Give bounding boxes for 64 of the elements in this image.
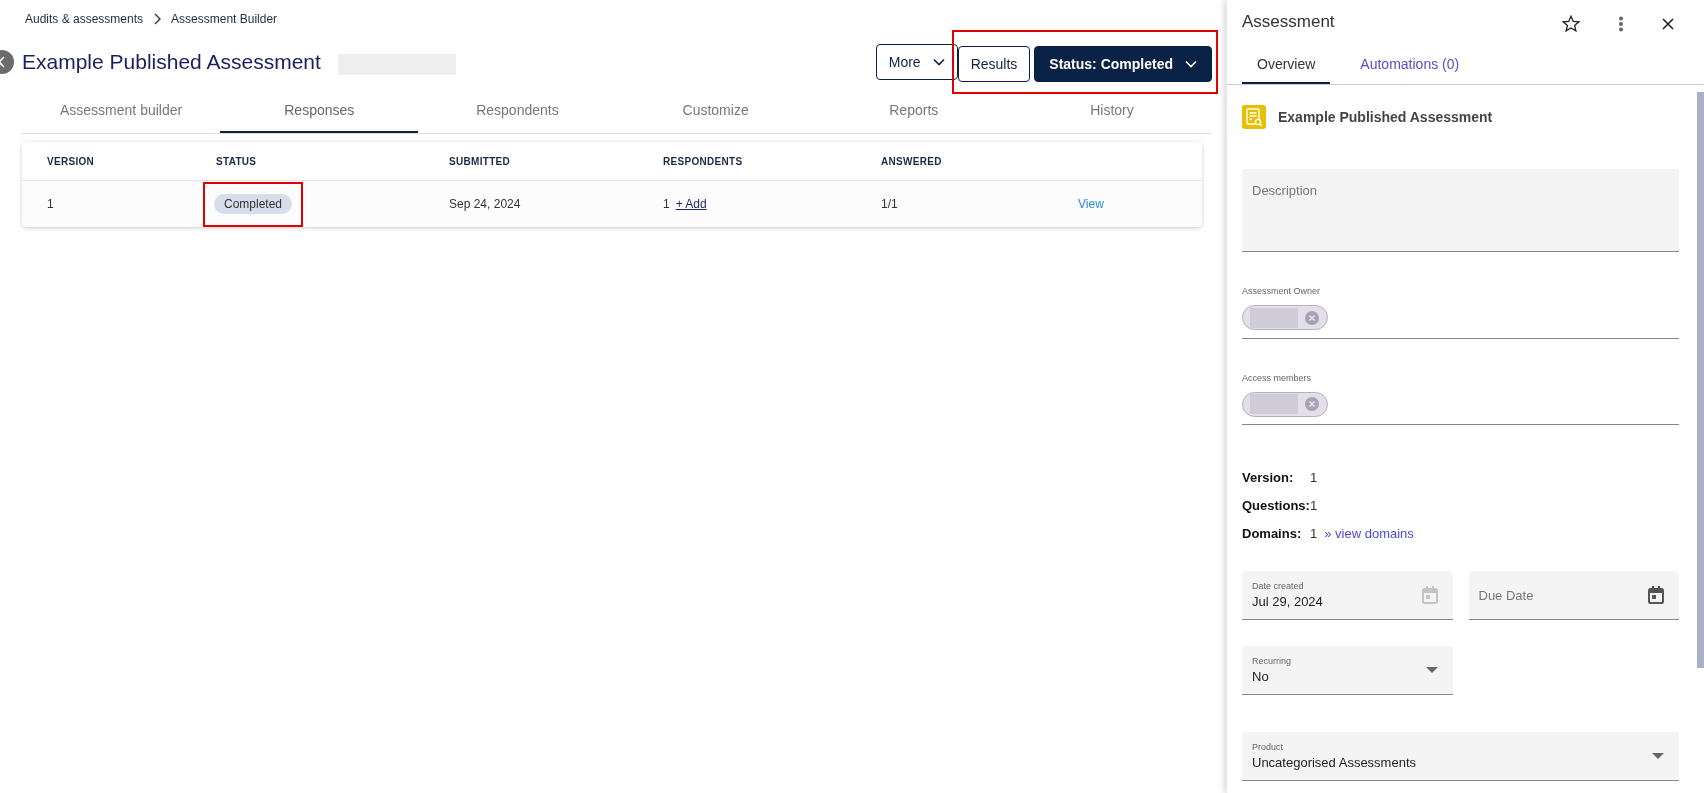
assessment-name: Example Published Assessment: [1278, 109, 1493, 125]
table-cell: 1: [47, 197, 54, 211]
info-label: Version:: [1242, 469, 1295, 485]
info-value: 1: [1310, 497, 1318, 513]
remove-icon[interactable]: [1305, 397, 1319, 411]
field-label: Recurring: [1252, 656, 1292, 666]
tab[interactable]: Respondents: [418, 92, 617, 133]
view-domains-link[interactable]: » view domains: [1324, 525, 1414, 541]
field-placeholder: Due Date: [1478, 587, 1535, 603]
column-header: RESPONDENTS: [663, 155, 743, 167]
person-chip[interactable]: [1242, 305, 1328, 330]
tab[interactable]: History: [1012, 92, 1212, 133]
redacted-block: [1250, 394, 1298, 414]
panel-title: Assessment: [1242, 12, 1336, 32]
chevron-right-icon: [153, 13, 162, 25]
table-cell: 1/1: [881, 197, 898, 211]
scrollbar[interactable]: [1697, 92, 1704, 668]
tab[interactable]: Customize: [616, 92, 815, 133]
info-value: 1: [1310, 469, 1318, 485]
tab[interactable]: Automations (0): [1345, 48, 1475, 84]
kebab-menu-icon[interactable]: [1618, 16, 1624, 32]
caret-down-icon: [1652, 753, 1664, 759]
tab[interactable]: Responses: [220, 92, 419, 133]
column-header: SUBMITTED: [449, 155, 511, 167]
column-header: STATUS: [216, 155, 257, 167]
remove-icon[interactable]: [1305, 310, 1319, 325]
caret-down-icon: [1425, 667, 1438, 673]
breadcrumb-link[interactable]: Audits & assessments: [25, 12, 144, 26]
tab[interactable]: Overview: [1242, 48, 1331, 84]
field-label: Date created: [1252, 581, 1305, 591]
field-value: Jul 29, 2024: [1252, 594, 1324, 609]
info-value: 1: [1310, 525, 1318, 541]
tab[interactable]: Reports: [814, 92, 1013, 133]
field-label: Assessment Owner: [1242, 286, 1322, 296]
select-field[interactable]: Recurring No: [1242, 646, 1453, 695]
info-label: Questions:: [1242, 497, 1310, 513]
close-icon[interactable]: [1662, 18, 1674, 30]
date-field[interactable]: Due Date: [1468, 571, 1679, 620]
description-field[interactable]: Description: [1242, 169, 1679, 252]
document-search-icon: [1242, 105, 1266, 129]
chevron-down-icon: [932, 58, 945, 66]
info-label: Domains:: [1242, 525, 1303, 541]
column-header: ANSWERED: [881, 155, 942, 167]
chevron-down-icon: [1185, 60, 1197, 68]
field-label: Access members: [1242, 372, 1313, 383]
field-value: No: [1252, 669, 1270, 684]
more-button[interactable]: More: [875, 44, 958, 80]
page-title: Example Published Assessment: [22, 50, 321, 74]
results-button[interactable]: Results: [957, 46, 1031, 82]
status-button[interactable]: Status: Completed: [1034, 46, 1212, 82]
table-cell: Sep 24, 2024: [449, 197, 521, 211]
star-icon[interactable]: [1562, 15, 1580, 33]
add-link[interactable]: + Add: [675, 197, 707, 211]
view-link[interactable]: View: [1078, 197, 1104, 211]
redacted-block: [1250, 307, 1298, 328]
status-badge: Completed: [214, 193, 293, 214]
person-chip[interactable]: [1242, 391, 1328, 417]
field-value: Uncategorised Assessments: [1252, 755, 1418, 770]
breadcrumb-link[interactable]: Assessment Builder: [171, 12, 278, 26]
field-label: Product: [1252, 742, 1285, 752]
select-field[interactable]: Product Uncategorised Assessments: [1242, 732, 1679, 781]
column-header: VERSION: [47, 155, 95, 167]
tab[interactable]: Assessment builder: [22, 92, 221, 133]
table-cell: 1: [663, 197, 670, 211]
